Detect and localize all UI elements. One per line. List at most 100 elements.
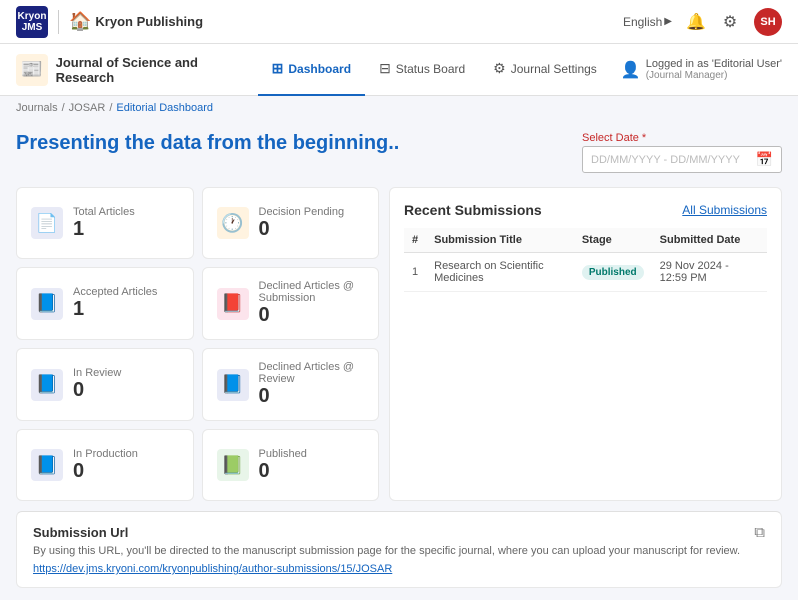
stat-label: Decision Pending xyxy=(259,206,345,218)
breadcrumb-sep2: / xyxy=(109,102,112,114)
stat-value: 1 xyxy=(73,218,135,241)
top-navigation: KryonJMS 🏠 Kryon Publishing English ▶ 🔔 … xyxy=(0,0,798,44)
required-star: * xyxy=(639,132,646,144)
home-icon-wrap: 🏠 Kryon Publishing xyxy=(69,11,203,32)
logo: KryonJMS xyxy=(16,6,48,38)
row-num: 1 xyxy=(404,253,426,292)
stat-value: 0 xyxy=(73,379,121,402)
calendar-icon: 📅 xyxy=(756,151,773,168)
date-select-area: Select Date * DD/MM/YYYY - DD/MM/YYYY 📅 xyxy=(582,132,782,173)
role-label: (Journal Manager) xyxy=(646,70,782,81)
language-label: English xyxy=(623,15,662,29)
stat-value: 0 xyxy=(259,304,355,327)
stat-row: 📘 In Review 0 xyxy=(31,367,179,402)
stat-row: 🕐 Decision Pending 0 xyxy=(217,206,365,241)
decision-pending-icon: 🕐 xyxy=(217,207,249,239)
journal-title: Journal of Science and Research xyxy=(56,55,258,85)
stat-value: 0 xyxy=(259,460,307,483)
sub-url-link[interactable]: https://dev.jms.kryoni.com/kryonpublishi… xyxy=(33,563,392,575)
stat-row: 📄 Total Articles 1 xyxy=(31,206,179,241)
stat-info: Published 0 xyxy=(259,448,307,483)
recent-submissions-panel: Recent Submissions All Submissions # Sub… xyxy=(389,187,782,501)
second-navigation: 📰 Journal of Science and Research ⊞ Dash… xyxy=(0,44,798,96)
all-submissions-link[interactable]: All Submissions xyxy=(682,203,767,217)
row-stage: Published xyxy=(574,253,652,292)
stat-row: 📕 Declined Articles @Submission 0 xyxy=(217,280,365,327)
stat-label: Declined Articles @Submission xyxy=(259,280,355,304)
declined-review-icon: 📘 xyxy=(217,369,249,401)
nav-divider xyxy=(58,10,59,34)
logged-in-label: Logged in as 'Editorial User' xyxy=(646,58,782,70)
breadcrumb-josar[interactable]: JOSAR xyxy=(69,102,106,114)
table-head: # Submission Title Stage Submitted Date xyxy=(404,228,767,253)
gear-icon[interactable]: ⚙ xyxy=(720,12,740,32)
stat-row: 📘 Accepted Articles 1 xyxy=(31,286,179,321)
logo-icon: KryonJMS xyxy=(16,6,48,38)
accepted-articles-icon: 📘 xyxy=(31,288,63,320)
dashboard-icon: ⊞ xyxy=(272,60,284,77)
tab-status-board-label: Status Board xyxy=(396,62,465,76)
stat-info: Declined Articles @Review 0 xyxy=(259,361,355,408)
stat-label: In Production xyxy=(73,448,138,460)
stat-value: 0 xyxy=(259,218,345,241)
stat-in-review: 📘 In Review 0 xyxy=(16,348,194,421)
user-icon: 👤 xyxy=(621,60,641,80)
tab-dashboard[interactable]: ⊞ Dashboard xyxy=(258,44,365,96)
stat-label: Declined Articles @Review xyxy=(259,361,355,385)
total-articles-icon: 📄 xyxy=(31,207,63,239)
home-icon: 🏠 xyxy=(69,11,91,32)
page-heading: Presenting the data from the beginning.. xyxy=(16,132,399,155)
stat-in-production: 📘 In Production 0 xyxy=(16,429,194,501)
logged-in-text: Logged in as 'Editorial User' (Journal M… xyxy=(646,58,782,81)
stat-value: 0 xyxy=(259,385,355,408)
app-name: Kryon Publishing xyxy=(95,14,203,29)
row-date: 29 Nov 2024 - 12:59 PM xyxy=(652,253,767,292)
copy-icon[interactable]: ⧉ xyxy=(754,524,765,541)
stat-row: 📘 Declined Articles @Review 0 xyxy=(217,361,365,408)
header-row: Presenting the data from the beginning..… xyxy=(16,132,782,173)
stat-total-articles: 📄 Total Articles 1 xyxy=(16,187,194,259)
stats-area: 📄 Total Articles 1 🕐 Decision Pending 0 xyxy=(16,187,782,501)
rs-title: Recent Submissions xyxy=(404,202,542,218)
breadcrumb-journals[interactable]: Journals xyxy=(16,102,58,114)
stat-info: Total Articles 1 xyxy=(73,206,135,241)
col-title: Submission Title xyxy=(426,228,574,253)
table-header-row: # Submission Title Stage Submitted Date xyxy=(404,228,767,253)
sub-url-header: Submission Url ⧉ xyxy=(33,524,765,541)
table-body: 1 Research on Scientific Medicines Publi… xyxy=(404,253,767,292)
date-label: Select Date * xyxy=(582,132,782,144)
journal-title-area: 📰 Journal of Science and Research xyxy=(16,54,258,86)
tab-status-board[interactable]: ⊟ Status Board xyxy=(365,44,479,96)
settings-icon: ⚙ xyxy=(493,60,506,77)
stat-info: Declined Articles @Submission 0 xyxy=(259,280,355,327)
top-nav-left: KryonJMS 🏠 Kryon Publishing xyxy=(16,6,203,38)
stat-value: 0 xyxy=(73,460,138,483)
stats-grid: 📄 Total Articles 1 🕐 Decision Pending 0 xyxy=(16,187,379,501)
col-stage: Stage xyxy=(574,228,652,253)
date-input[interactable]: DD/MM/YYYY - DD/MM/YYYY 📅 xyxy=(582,146,782,173)
stat-label: Accepted Articles xyxy=(73,286,157,298)
language-selector[interactable]: English ▶ xyxy=(623,15,672,29)
tab-journal-settings[interactable]: ⚙ Journal Settings xyxy=(479,44,611,96)
logged-in-info: 👤 Logged in as 'Editorial User' (Journal… xyxy=(621,58,782,81)
rs-header: Recent Submissions All Submissions xyxy=(404,202,767,218)
avatar[interactable]: SH xyxy=(754,8,782,36)
top-nav-right: English ▶ 🔔 ⚙ SH xyxy=(623,8,782,36)
stat-info: In Review 0 xyxy=(73,367,121,402)
table-row: 1 Research on Scientific Medicines Publi… xyxy=(404,253,767,292)
stat-published: 📗 Published 0 xyxy=(202,429,380,501)
date-placeholder: DD/MM/YYYY - DD/MM/YYYY xyxy=(591,154,740,166)
submission-url-box: Submission Url ⧉ By using this URL, you'… xyxy=(16,511,782,588)
stat-declined-review: 📘 Declined Articles @Review 0 xyxy=(202,348,380,421)
in-review-icon: 📘 xyxy=(31,369,63,401)
main-content: Presenting the data from the beginning..… xyxy=(0,120,798,600)
col-date: Submitted Date xyxy=(652,228,767,253)
stat-label: Published xyxy=(259,448,307,460)
tab-dashboard-label: Dashboard xyxy=(288,62,351,76)
bell-icon[interactable]: 🔔 xyxy=(686,12,706,32)
chevron-icon: ▶ xyxy=(664,16,672,27)
nav-tabs: ⊞ Dashboard ⊟ Status Board ⚙ Journal Set… xyxy=(258,44,611,96)
stat-info: In Production 0 xyxy=(73,448,138,483)
stat-value: 1 xyxy=(73,298,157,321)
stat-row: 📘 In Production 0 xyxy=(31,448,179,483)
